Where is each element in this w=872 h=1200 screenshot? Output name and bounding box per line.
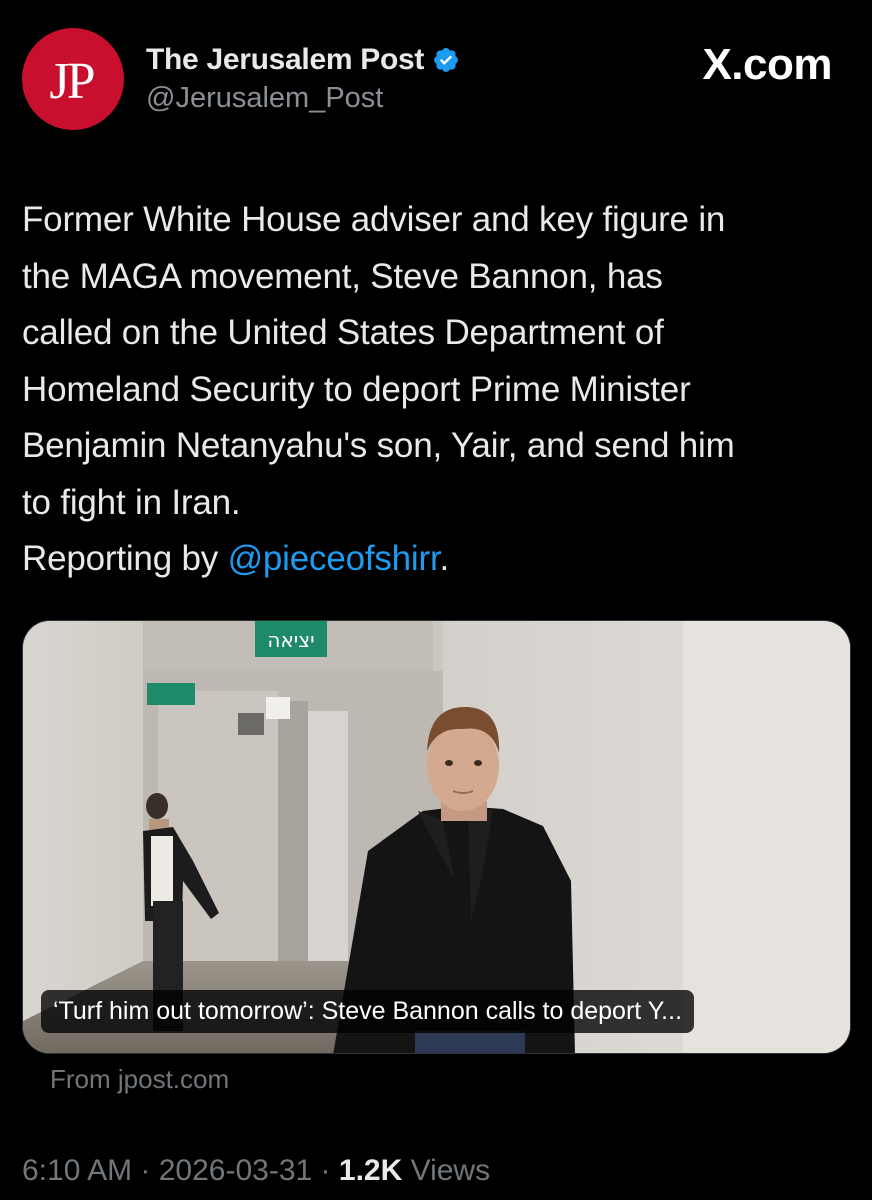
reporting-suffix: .: [439, 539, 450, 578]
display-name[interactable]: The Jerusalem Post: [146, 43, 424, 77]
tweet-meta: 6:10 AM · 2026-03-31 · 1.2K Views: [22, 1154, 490, 1188]
post-time[interactable]: 6:10 AM: [22, 1154, 132, 1187]
exit-sign-text: יציאה: [267, 628, 314, 652]
tweet-line: the MAGA movement, Steve Bannon, has: [22, 256, 663, 296]
tweet-line: Benjamin Netanyahu's son, Yair, and send…: [22, 426, 735, 465]
tweet-line: Former White House adviser and key figur…: [22, 200, 726, 239]
name-row: The Jerusalem Post: [146, 40, 460, 80]
avatar[interactable]: JP: [22, 28, 124, 130]
mention-link[interactable]: @pieceofshirr: [228, 539, 440, 578]
link-card-title[interactable]: ‘Turf him out tomorrow’: Steve Bannon ca…: [41, 990, 695, 1033]
link-card[interactable]: יציאה ‘Turf him out tomorrow’: Steve Ban…: [22, 620, 851, 1054]
tweet-line: Homeland Security to deport Prime Minist…: [22, 369, 691, 409]
link-card-source[interactable]: From jpost.com: [50, 1064, 229, 1095]
post-date[interactable]: 2026-03-31: [159, 1154, 312, 1187]
meta-separator: ·: [312, 1154, 339, 1187]
reporting-prefix: Reporting by: [22, 539, 228, 578]
views-count[interactable]: 1.2K: [339, 1154, 402, 1187]
verified-badge-icon: [434, 48, 459, 72]
brand-logo-text: X.com: [702, 40, 832, 89]
handle[interactable]: @Jerusalem_Post: [146, 82, 460, 115]
tweet-text: Former White House adviser and key figur…: [22, 192, 852, 588]
views-label: Views: [402, 1154, 491, 1187]
meta-separator: ·: [132, 1154, 159, 1187]
tweet-line: to fight in Iran.: [22, 482, 241, 522]
author-block: The Jerusalem Post @Jerusalem_Post: [146, 40, 460, 115]
reporting-line: Reporting by @pieceofshirr.: [22, 531, 852, 588]
tweet-line: called on the United States Department o…: [22, 313, 664, 352]
avatar-logo-text: JP: [49, 52, 95, 110]
